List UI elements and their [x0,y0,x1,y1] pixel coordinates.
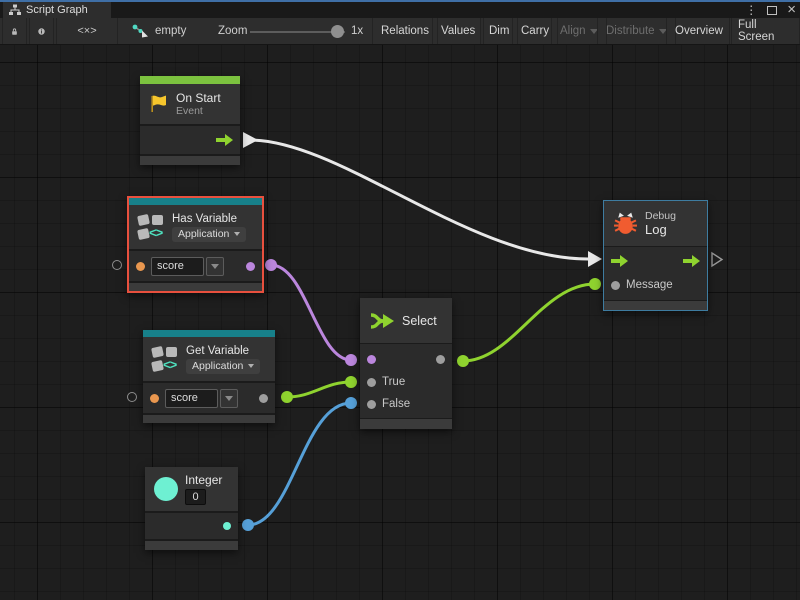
graph-icon [9,4,21,16]
node-footer [129,283,262,291]
toolbar-button-fullscreen[interactable]: Full Screen [729,18,800,44]
node-get-variable[interactable]: <> Get Variable Application score [143,330,275,423]
node-colorbar [140,76,240,84]
port-label-message: Message [626,279,673,291]
zoom-value: 1x [351,18,363,44]
node-select[interactable]: Select True False [360,298,452,429]
node-footer [143,415,275,423]
value-input-port[interactable] [150,394,159,403]
toolbar-button-values[interactable]: Values [432,18,484,44]
integer-literal-icon [154,477,178,501]
variable-name-dropdown-button[interactable] [220,389,238,408]
variable-name-select[interactable]: score [151,257,224,276]
integer-value-field[interactable]: 0 [185,489,206,505]
flow-output-port[interactable] [216,134,233,146]
toolbar-button-relations[interactable]: Relations [372,18,438,44]
node-debug-log[interactable]: Debug Log Message [603,200,708,311]
lock-icon [11,25,18,38]
variable-name-value[interactable]: score [165,389,218,408]
bug-icon [613,211,638,236]
node-colorbar [129,198,262,205]
node-title: Select [402,314,437,328]
flow-output-port[interactable] [683,255,700,267]
pointer-icon [132,24,149,39]
info-button[interactable] [29,18,54,44]
node-title: Integer [185,473,222,487]
value-input-port[interactable] [136,262,145,271]
unconnected-flow-triangle[interactable] [712,253,722,266]
port-label-true: True [382,376,405,388]
select-icon [369,310,395,332]
maximize-icon[interactable] [767,6,777,15]
node-footer [145,541,238,550]
integer-output-port[interactable] [223,522,231,530]
wire-select-to-message[interactable] [463,284,595,361]
lock-button[interactable] [2,18,27,44]
variable-icon: <> [138,214,165,241]
variable-name-value[interactable]: score [151,257,204,276]
flag-icon [149,94,169,114]
message-input-port[interactable] [611,281,620,290]
value-output-port[interactable] [259,394,268,403]
variable-name-dropdown-button[interactable] [206,257,224,276]
tab-bar: Script Graph ⋮ × [0,2,800,18]
port-label-false: False [382,398,410,410]
node-on-start[interactable]: On Start Event [140,76,240,165]
node-footer [604,301,707,310]
toolbar-button-overview[interactable]: Overview [666,18,732,44]
angle-brackets-icon: <×> [77,25,96,37]
graph-canvas[interactable]: On Start Event <> [0,45,800,600]
wire-end-arrow [588,251,602,267]
bool-output-port[interactable] [246,262,255,271]
node-title: On Start [176,91,221,105]
variable-scope-dropdown[interactable]: Application [186,359,260,374]
wire-getvariable-to-true[interactable] [287,382,351,397]
variable-icon: <> [152,346,179,373]
unconnected-port-ring[interactable] [127,392,137,402]
node-title: Has Variable [172,213,246,225]
variable-name-select[interactable]: score [165,389,238,408]
chevron-down-icon [225,396,233,401]
node-footer [140,156,240,165]
node-subtitle: Event [176,105,221,117]
toolbar-button-distribute[interactable]: Distribute [597,18,676,44]
node-footer [360,419,452,429]
selection-label: empty [155,25,186,37]
graph-toolbar: <×> empty Zoom 1x Relations Values Dim C… [0,18,800,45]
true-input-port[interactable] [367,378,376,387]
node-colorbar [143,330,275,337]
unconnected-port-ring[interactable] [112,260,122,270]
variable-scope-dropdown[interactable]: Application [172,227,246,242]
tab-script-graph[interactable]: Script Graph [3,2,111,18]
node-title: Get Variable [186,345,260,357]
info-icon [38,25,45,38]
zoom-label: Zoom [218,18,247,44]
node-has-variable[interactable]: <> Has Variable Application score [127,196,264,293]
node-title: Debug [645,210,676,222]
connection-values-button[interactable]: <×> [56,18,118,44]
zoom-slider-handle[interactable] [331,25,344,38]
condition-input-port[interactable] [367,355,376,364]
selection-indicator: empty [132,18,186,44]
window-controls: ⋮ × [745,2,796,18]
false-input-port[interactable] [367,400,376,409]
chevron-down-icon [248,364,254,368]
wire-onstart-to-log[interactable] [250,140,588,259]
node-subtitle: Log [645,222,676,237]
chevron-down-icon [211,264,219,269]
flow-input-port[interactable] [611,255,628,267]
close-icon[interactable]: × [787,2,796,18]
selection-output-port[interactable] [436,355,445,364]
node-integer[interactable]: Integer 0 [145,467,238,550]
tab-title: Script Graph [26,4,88,16]
more-menu-icon[interactable]: ⋮ [745,2,757,18]
chevron-down-icon [234,232,240,236]
wire-hasvariable-to-select[interactable] [271,265,351,360]
script-graph-window: Script Graph ⋮ × <×> [0,0,800,600]
